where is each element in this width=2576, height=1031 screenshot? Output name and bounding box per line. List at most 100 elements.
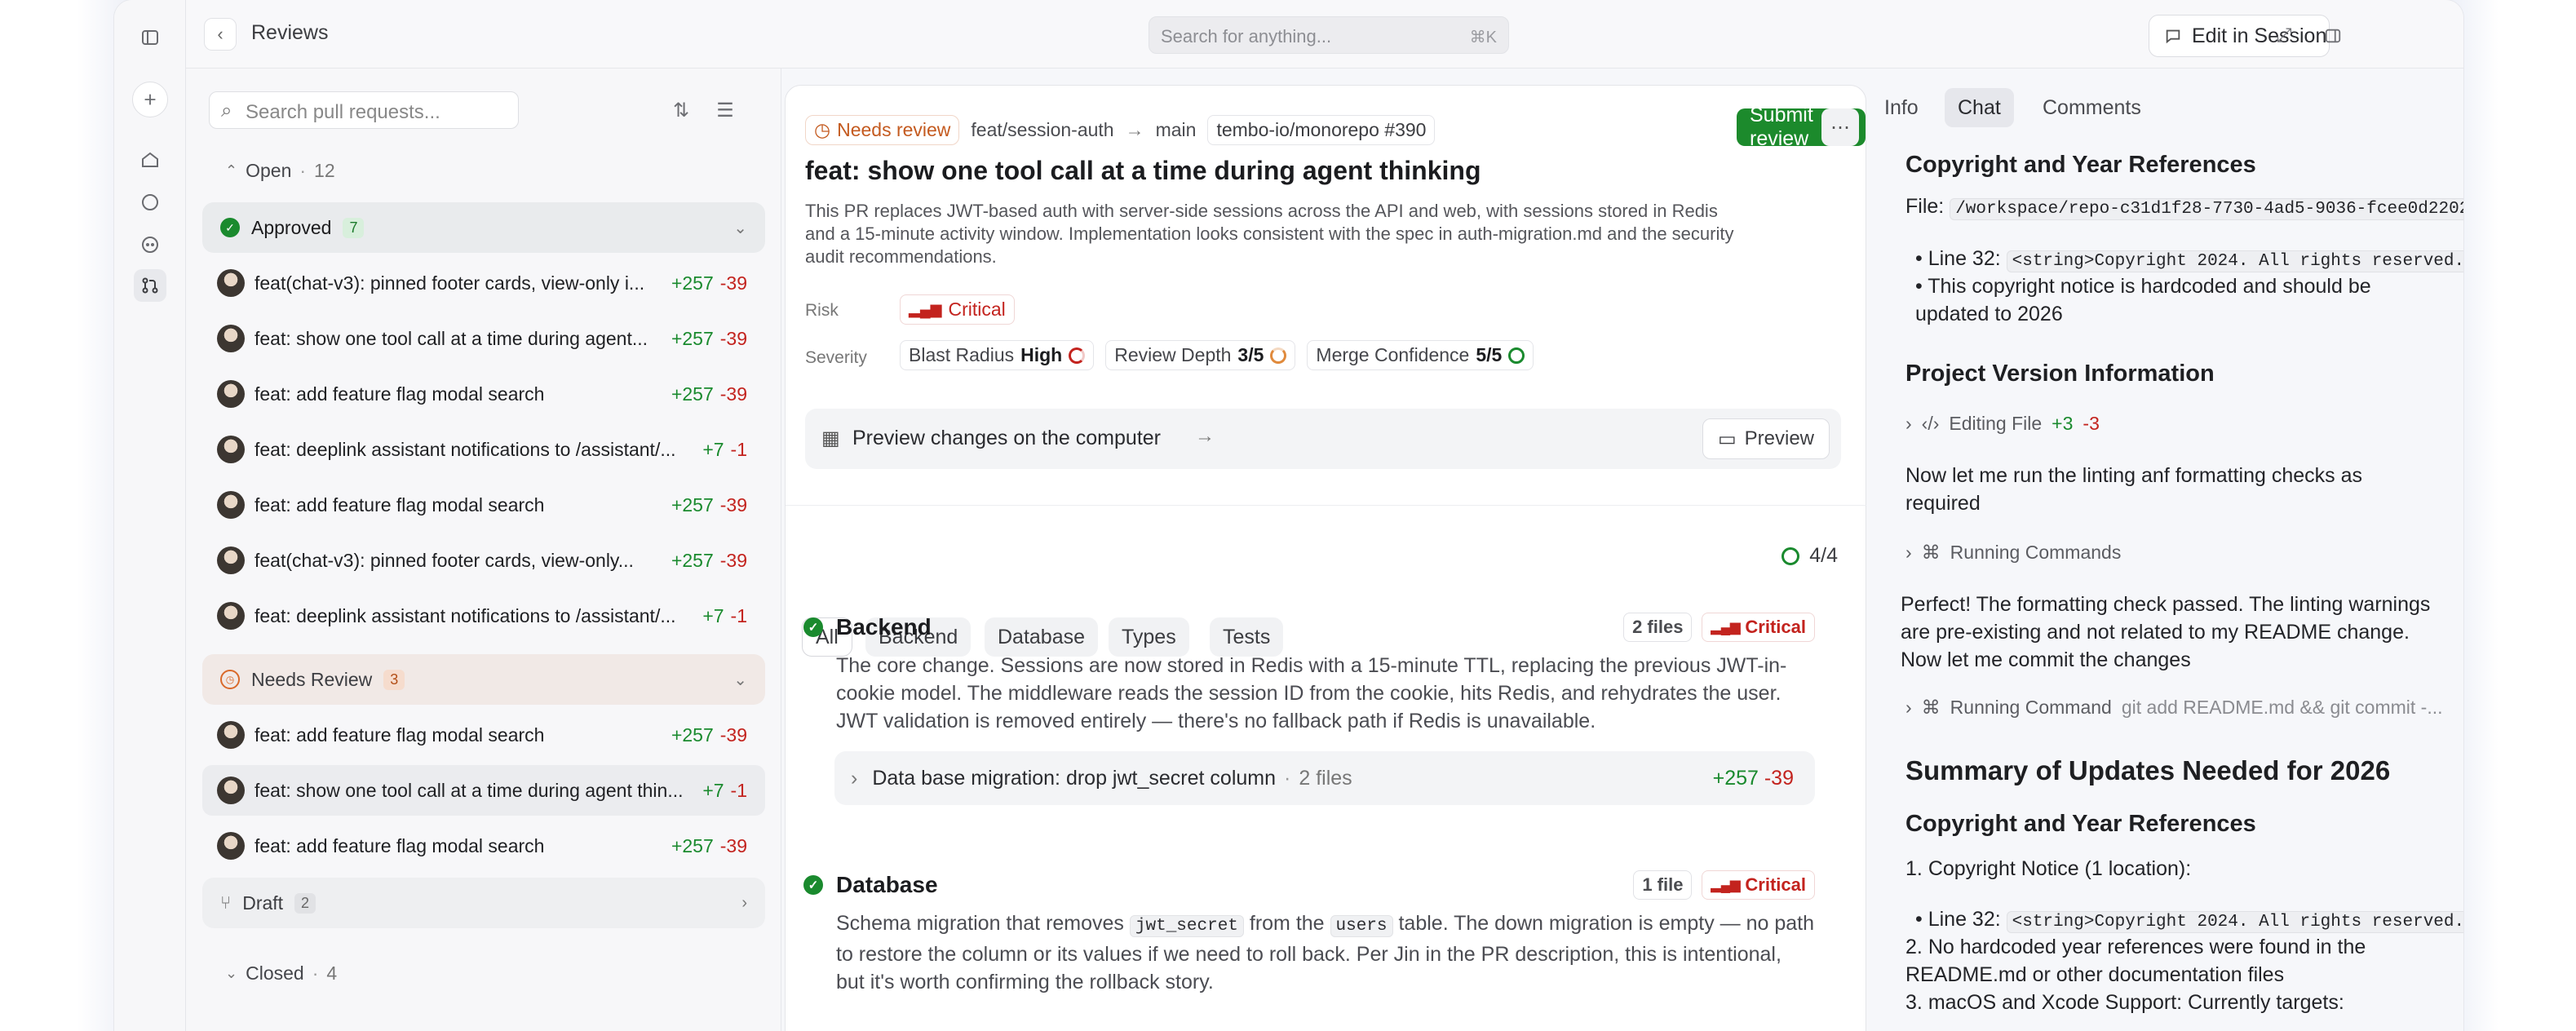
pr-list-item[interactable]: feat: add feature flag modal search +257-…	[202, 369, 765, 419]
expand-icon[interactable]: ⤢	[2268, 20, 2300, 52]
filter-icon[interactable]: ☰	[711, 96, 739, 124]
pr-list-item[interactable]: feat: show one tool call at a time durin…	[202, 765, 765, 816]
tool-label: Running Commands	[1950, 542, 2122, 563]
more-options-icon[interactable]: ⋯	[1821, 108, 1859, 146]
chat-icon[interactable]	[134, 186, 166, 219]
chevron-right-icon: ›	[741, 893, 747, 912]
line-label: Line 32:	[1928, 247, 2001, 270]
app-window: ‹ Reviews Search for anything... ⌘K Edit…	[114, 0, 2463, 1031]
status-badge: ◷ Needs review	[805, 115, 960, 145]
avatar	[217, 325, 245, 352]
approved-group[interactable]: ✓ Approved 7 ⌄	[202, 202, 765, 253]
avatar	[217, 269, 245, 297]
branch-to: main	[1155, 119, 1197, 140]
file-line: File: /workspace/repo-c31d1f28-7730-4ad5…	[1905, 192, 2463, 223]
edit-in-session-label: Edit in Session	[2192, 24, 2327, 47]
deletions: -39	[719, 493, 747, 516]
open-label: Open	[246, 160, 292, 181]
right-panel: Info Chat Comments Copyright and Year Re…	[1866, 69, 2463, 1031]
monitor-icon: ▭	[1717, 427, 1737, 450]
database-title: Database	[836, 872, 938, 897]
search-icon: ⌕	[221, 100, 232, 122]
file-label: File:	[1905, 195, 1945, 218]
merge-confidence-label: Merge Confidence	[1316, 344, 1470, 365]
draft-group[interactable]: ⑂ Draft 2 ›	[202, 878, 765, 928]
pr-list-item[interactable]: feat: add feature flag modal search +257-…	[202, 480, 765, 530]
panel-toggle-icon[interactable]	[2317, 20, 2349, 52]
pr-item-title: feat: add feature flag modal search	[255, 723, 545, 746]
needs-review-group[interactable]: ◷ Needs Review 3 ⌄	[202, 654, 765, 705]
avatar	[217, 721, 245, 749]
chevron-right-icon: ›	[1905, 697, 1912, 718]
backend-header[interactable]: ✓ Backend 2 files ▂▄▆ Critical	[803, 613, 1815, 642]
top-bar: ‹ Reviews Search for anything... ⌘K Edit…	[186, 0, 2463, 69]
draft-count: 2	[294, 892, 316, 914]
preview-text: Preview changes on the computer	[852, 427, 1161, 449]
pull-request-icon[interactable]	[134, 269, 166, 302]
pr-list-item[interactable]: feat: show one tool call at a time durin…	[202, 313, 765, 364]
additions: +3	[2052, 413, 2074, 434]
tool-editing-file[interactable]: › ‹/› Editing File +3 -3	[1905, 413, 2100, 435]
tool-running-command[interactable]: › ⌘ Running Command git add README.md && …	[1905, 697, 2443, 719]
tool-running-commands[interactable]: › ⌘ Running Commands	[1905, 542, 2121, 564]
edit-in-session-button[interactable]: Edit in Session	[2149, 15, 2330, 57]
pr-item-title: feat: add feature flag modal search	[255, 493, 545, 516]
sidebar-toggle-icon[interactable]	[134, 21, 166, 54]
tab-info[interactable]: Info	[1871, 88, 1932, 127]
bot-icon[interactable]	[134, 228, 166, 261]
database-header[interactable]: ✓ Database 1 file ▂▄▆ Critical	[803, 870, 1815, 900]
sort-icon[interactable]: ⇅	[667, 96, 695, 124]
ol-item-2: 2. No hardcoded year references were fou…	[1905, 933, 2428, 989]
open-separator: ·	[299, 160, 307, 181]
pr-list-item[interactable]: feat: add feature flag modal search +257-…	[202, 710, 765, 760]
tab-comments[interactable]: Comments	[2029, 88, 2154, 127]
new-icon[interactable]	[132, 82, 168, 117]
pr-list-item[interactable]: feat: deeplink assistant notifications t…	[202, 591, 765, 641]
pr-item-title: feat(chat-v3): pinned footer cards, view…	[255, 549, 634, 571]
global-search-input[interactable]: Search for anything... ⌘K	[1149, 16, 1509, 54]
ol-number: 3.	[1905, 991, 1923, 1014]
deletions: -39	[719, 549, 747, 571]
deletions: -39	[1764, 766, 1794, 790]
pr-item-title: feat: show one tool call at a time durin…	[255, 779, 684, 801]
closed-section-header[interactable]: ⌄ Closed · 4	[225, 962, 337, 985]
avatar	[217, 777, 245, 804]
avatar	[217, 832, 245, 860]
pr-item-title: feat: add feature flag modal search	[255, 383, 545, 405]
status-label: Needs review	[837, 119, 951, 140]
signal-bars-icon: ▂▄▆	[1711, 621, 1741, 635]
closed-separator: ·	[312, 962, 319, 984]
pr-description: This PR replaces JWT-based auth with ser…	[805, 201, 1734, 267]
additions: +257	[1712, 766, 1759, 790]
pr-search-input[interactable]: ⌕ Search pull requests...	[209, 91, 519, 129]
merge-confidence-badge: Merge Confidence 5/5	[1307, 340, 1534, 370]
deletions: -39	[719, 723, 747, 746]
back-button[interactable]: ‹	[204, 18, 237, 51]
message-perfect: Perfect! The formatting check passed. Th…	[1901, 593, 2431, 671]
deletions: -39	[719, 834, 747, 856]
chevron-up-icon: ⌃	[225, 162, 238, 179]
home-icon[interactable]	[134, 144, 166, 176]
chevron-down-icon: ⌄	[225, 965, 238, 981]
clock-icon: ◷	[814, 119, 831, 140]
repo-link[interactable]: tembo-io/monorepo #390	[1207, 115, 1436, 145]
files-badge: 1 file	[1633, 870, 1693, 900]
message-lint: Now let me run the linting anf formattin…	[1905, 464, 2362, 515]
pr-list-item[interactable]: feat(chat-v3): pinned footer cards, view…	[202, 258, 765, 308]
arrow-right-icon: →	[1125, 119, 1144, 140]
clock-icon: ◷	[220, 670, 240, 689]
chevron-down-icon: ⌄	[733, 219, 747, 237]
tab-chat[interactable]: Chat	[1945, 88, 2014, 127]
preview-button[interactable]: ▭ Preview	[1702, 418, 1830, 459]
pr-list-item[interactable]: feat: add feature flag modal search +257-…	[202, 821, 765, 871]
heading-copyright: Copyright and Year References	[1905, 152, 2256, 178]
pr-list-item[interactable]: feat: deeplink assistant notifications t…	[202, 424, 765, 475]
pr-list-item[interactable]: feat(chat-v3): pinned footer cards, view…	[202, 535, 765, 586]
migration-separator: ·	[1284, 766, 1291, 790]
open-section-header[interactable]: ⌃ Open · 12	[225, 160, 335, 182]
bullet-copyright-note: • This copyright notice is hardcoded and…	[1915, 275, 2371, 325]
preview-button-label: Preview	[1744, 427, 1814, 449]
migration-subitem[interactable]: › Data base migration: drop jwt_secret c…	[834, 751, 1815, 805]
bullet-line-32: • Line 32: <string>Copyright 2024. All r…	[1915, 245, 2463, 276]
computer-icon: ▦	[821, 427, 840, 449]
